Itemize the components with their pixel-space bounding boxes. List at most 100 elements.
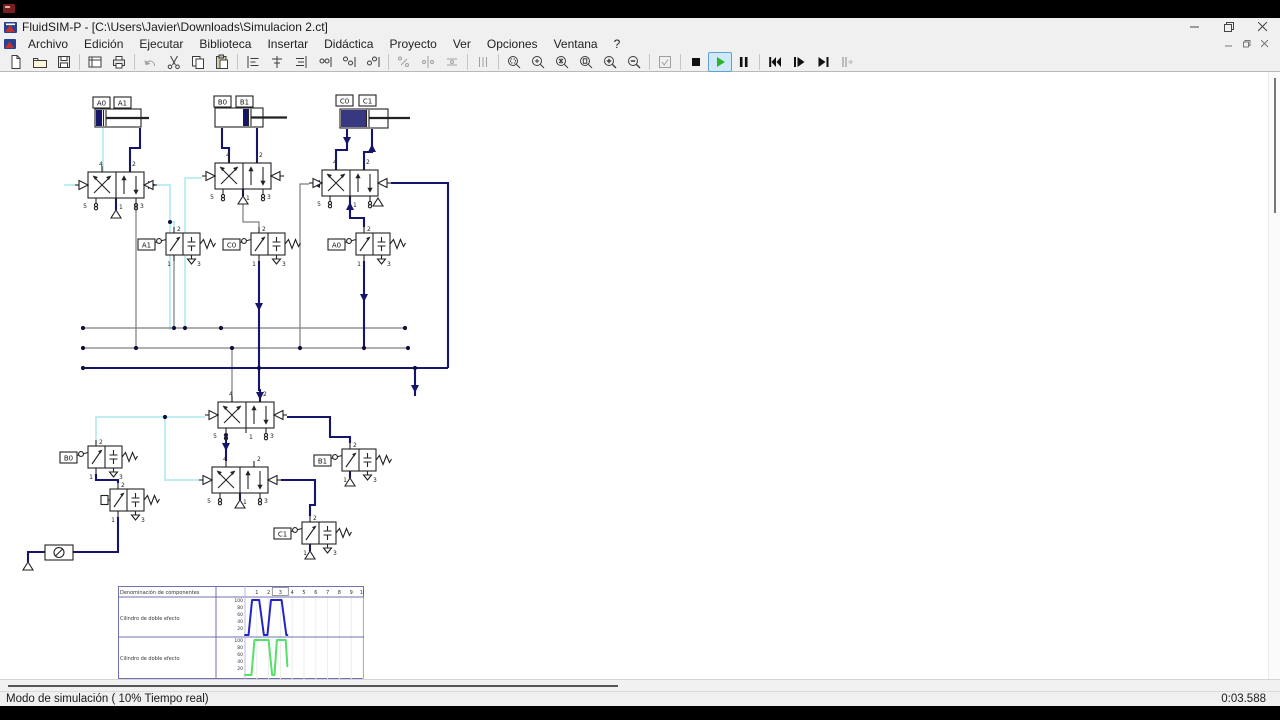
state-diagram-chart[interactable]: Denominación de componentes 1 2 3 4 5 6 7 8 9 10 Ci…	[118, 586, 364, 679]
svg-text:B0: B0	[64, 455, 73, 463]
svg-text:2: 2	[353, 442, 357, 449]
simulate-to-change-icon[interactable]	[811, 52, 835, 72]
cylinder-A[interactable]	[94, 108, 149, 128]
svg-text:1: 1	[119, 204, 123, 211]
cylinder-C[interactable]	[339, 108, 410, 129]
horizontal-scrollbar[interactable]	[0, 679, 1280, 691]
svg-text:3: 3	[119, 474, 123, 481]
pause-icon[interactable]	[732, 52, 756, 72]
align-right-icon[interactable]	[289, 52, 313, 72]
new-icon[interactable]	[4, 52, 28, 72]
svg-text:100: 100	[234, 638, 243, 644]
close-icon[interactable]	[1246, 18, 1280, 36]
valve-32-B1[interactable]: 21 3 B1	[313, 442, 392, 484]
svg-text:2: 2	[313, 515, 317, 522]
label-limit-C1: C1	[273, 527, 292, 540]
circuit-canvas[interactable]: A0 A1 B0 B1 C0 C1 4 2 5 1 3 4 2 5 1 3 4 2 5 1 3 4…	[0, 72, 1280, 679]
menu-ayuda[interactable]: ?	[606, 36, 629, 52]
copy-icon[interactable]	[186, 52, 210, 72]
svg-text:5: 5	[210, 194, 214, 201]
svg-text:4: 4	[223, 456, 227, 463]
label-C1[interactable]: C1	[358, 94, 377, 107]
align-left-icon[interactable]	[241, 52, 265, 72]
save-icon[interactable]	[52, 52, 76, 72]
svg-text:1: 1	[255, 590, 258, 596]
minimize-icon[interactable]	[1178, 18, 1212, 36]
distribute-middle-icon[interactable]	[337, 52, 361, 72]
snap-icon[interactable]	[440, 52, 464, 72]
child-restore-icon[interactable]	[1238, 37, 1256, 51]
valve-32-A1[interactable]: 2 1 3 A1	[137, 226, 216, 268]
grid-icon[interactable]	[471, 52, 495, 72]
check-circuit-icon[interactable]	[653, 52, 677, 72]
menu-ventana[interactable]: Ventana	[546, 36, 606, 52]
mirror-icon[interactable]	[416, 52, 440, 72]
zoom-out-icon[interactable]	[622, 52, 646, 72]
zoom-all-icon[interactable]	[550, 52, 574, 72]
zoom-page-icon[interactable]	[574, 52, 598, 72]
step-pause-icon[interactable]	[835, 52, 859, 72]
air-source-icons[interactable]	[22, 194, 384, 571]
distribute-top-icon[interactable]	[313, 52, 337, 72]
stop-icon[interactable]	[684, 52, 708, 72]
restore-icon[interactable]	[1212, 18, 1246, 36]
document-icon[interactable]	[4, 38, 17, 50]
svg-text:4: 4	[229, 391, 233, 398]
valve-32-manual[interactable]: 2 1 3	[101, 482, 160, 524]
label-B1[interactable]: B1	[235, 95, 254, 108]
rotate-icon[interactable]	[392, 52, 416, 72]
distribute-bottom-icon[interactable]	[361, 52, 385, 72]
single-step-icon[interactable]	[787, 52, 811, 72]
horizontal-scroll-thumb[interactable]	[8, 685, 618, 687]
label-B0[interactable]: B0	[213, 95, 232, 108]
menu-opciones[interactable]: Opciones	[479, 36, 546, 52]
svg-text:1: 1	[167, 261, 171, 268]
print-icon[interactable]	[107, 52, 131, 72]
menu-edicion[interactable]: Edición	[76, 36, 131, 52]
valve-32-B0[interactable]: 2 1 3 B0	[59, 439, 138, 481]
label-C0[interactable]: C0	[335, 94, 354, 107]
zoom-area-icon[interactable]	[502, 52, 526, 72]
reset-icon[interactable]	[763, 52, 787, 72]
label-A1[interactable]: A1	[113, 96, 132, 109]
svg-text:3: 3	[373, 477, 377, 484]
page-setup-icon[interactable]	[83, 52, 107, 72]
menu-archivo[interactable]: Archivo	[20, 36, 76, 52]
simulation-time: 0:03.588	[1221, 693, 1266, 705]
svg-text:3: 3	[267, 194, 271, 201]
vertical-scroll-thumb[interactable]	[1274, 78, 1276, 213]
child-close-icon[interactable]	[1256, 37, 1274, 51]
svg-text:2: 2	[99, 439, 103, 446]
menu-proyecto[interactable]: Proyecto	[381, 36, 444, 52]
svg-text:5: 5	[83, 203, 87, 210]
menu-biblioteca[interactable]: Biblioteca	[191, 36, 259, 52]
service-unit[interactable]	[44, 544, 74, 561]
valve-52-mid-1[interactable]: 4 2 5 1 3	[204, 391, 288, 441]
valve-32-C1[interactable]: 21 3 C1	[273, 515, 352, 557]
menu-ver[interactable]: Ver	[445, 36, 479, 52]
cylinder-B[interactable]	[214, 107, 287, 128]
svg-text:3: 3	[140, 203, 144, 210]
cut-icon[interactable]	[162, 52, 186, 72]
align-center-icon[interactable]	[265, 52, 289, 72]
svg-text:80: 80	[237, 605, 243, 611]
menu-didactica[interactable]: Didáctica	[316, 36, 381, 52]
undo-icon[interactable]	[138, 52, 162, 72]
paste-icon[interactable]	[210, 52, 234, 72]
zoom-previous-icon[interactable]	[526, 52, 550, 72]
child-minimize-icon[interactable]	[1220, 37, 1238, 51]
label-A0[interactable]: A0	[92, 96, 111, 109]
svg-text:Cilindro de doble efecto: Cilindro de doble efecto	[120, 656, 180, 662]
open-icon[interactable]	[28, 52, 52, 72]
zoom-in-icon[interactable]	[598, 52, 622, 72]
svg-text:5: 5	[302, 590, 305, 596]
valve-32-C0[interactable]: 2 1 3 C0	[222, 226, 301, 268]
svg-text:7: 7	[326, 590, 329, 596]
svg-text:C1: C1	[363, 98, 372, 106]
start-icon[interactable]	[708, 51, 732, 72]
menu-insertar[interactable]: Insertar	[259, 36, 316, 52]
valve-32-A0[interactable]: 2 1 3 A0	[327, 226, 406, 268]
menu-ejecutar[interactable]: Ejecutar	[131, 36, 191, 52]
vertical-scrollbar[interactable]	[1268, 72, 1280, 679]
svg-text:1: 1	[357, 261, 361, 268]
